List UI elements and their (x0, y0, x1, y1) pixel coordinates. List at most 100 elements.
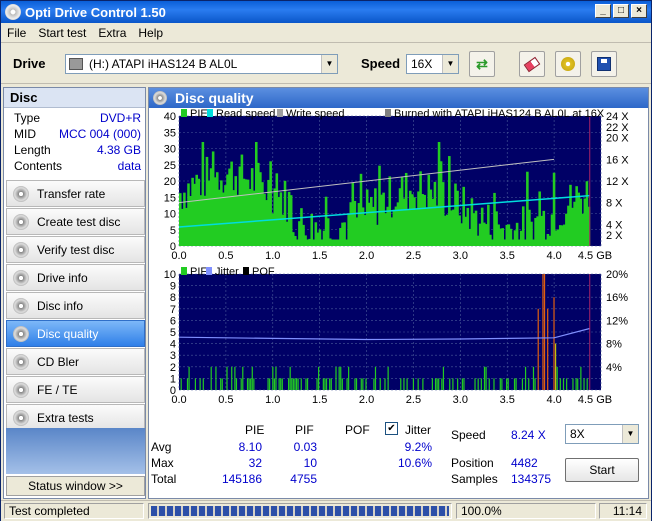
pif-bar (434, 378, 437, 390)
chart2-y2-tick: 16% (606, 292, 628, 304)
pif-bar (365, 378, 367, 390)
chart1-y2-tick: 16 X (606, 154, 629, 166)
chart1-x-tick: 2.5 (406, 250, 421, 262)
nav-create-test-disc[interactable]: Create test disc (6, 208, 145, 235)
nav-label: Drive info (37, 270, 88, 285)
pif-bar (562, 378, 565, 390)
discs-icon (561, 57, 575, 71)
nav-transfer-rate[interactable]: Transfer rate (6, 180, 145, 207)
disc-key: Contents (14, 159, 63, 173)
progress-text: 100.0% (456, 503, 596, 519)
copy-button[interactable] (555, 51, 581, 77)
menu-start-test[interactable]: Start test (32, 26, 92, 40)
pif-bar (580, 366, 582, 390)
nav-cd-bler[interactable]: CD Bler (6, 348, 145, 375)
chart1-y-tick: 10 (164, 209, 176, 221)
pif-bar (457, 378, 459, 390)
menu-help[interactable]: Help (132, 26, 169, 40)
pif-bar (221, 378, 223, 390)
chart2-y-tick: 7 (170, 304, 176, 316)
start-button[interactable]: Start (565, 458, 639, 482)
max-pif: 10 (303, 456, 317, 470)
speed-select[interactable]: 16X ▼ (406, 54, 459, 74)
chart2-y-tick: 10 (164, 269, 176, 281)
pif-bar (406, 378, 408, 390)
nav-drive-info[interactable]: Drive info (6, 264, 145, 291)
chevron-down-icon[interactable]: ▼ (622, 425, 638, 443)
test-speed-select[interactable]: 8X ▼ (565, 424, 639, 444)
pif-bar (281, 378, 283, 390)
pif-bar (577, 378, 579, 390)
status-window-button[interactable]: Status window >> (6, 476, 145, 496)
pif-bar (330, 378, 332, 390)
pif-bar (449, 378, 451, 390)
pif-bar (559, 378, 561, 390)
chevron-down-icon[interactable]: ▼ (442, 55, 458, 73)
pif-bar (355, 378, 358, 390)
pif-bar (253, 378, 255, 390)
pif-bar (325, 378, 328, 390)
disc-icon (13, 213, 29, 230)
erase-button[interactable] (519, 51, 545, 77)
pif-bar (412, 378, 415, 390)
progress-fill (151, 506, 449, 516)
pif-bar (480, 378, 482, 390)
jitter-checkbox[interactable]: ✔ (385, 422, 398, 435)
nav-disc-quality[interactable]: Disc quality (6, 320, 145, 347)
max-jitter: 10.6% (397, 456, 432, 470)
pif-bar (553, 297, 555, 390)
pif-bar (537, 308, 539, 390)
stats-area: PIE PIF POF ✔ Jitter Avg Max Total 8.10 … (149, 418, 648, 498)
speed-select-value: 16X (411, 57, 433, 71)
total-pie: 145186 (221, 472, 262, 486)
panel-header: Disc quality (149, 88, 648, 108)
chart2-legend-label: PIF (190, 266, 207, 278)
close-button[interactable]: × (631, 4, 647, 18)
row-max: Max (151, 456, 174, 470)
nav-disc-info[interactable]: Disc info (6, 292, 145, 319)
pif-bar (186, 378, 189, 390)
menu-file[interactable]: File (1, 26, 32, 40)
disc-value: MCC 004 (000) (58, 127, 141, 141)
chart1-x-tick: 3.0 (453, 250, 468, 262)
menu-extra[interactable]: Extra (92, 26, 132, 40)
disc-icon (13, 353, 29, 370)
minimize-button[interactable]: _ (595, 4, 611, 18)
chart1-x-tick: 3.5 (500, 250, 515, 262)
nav-label: Extra tests (37, 410, 94, 425)
nav-label: FE / TE (37, 382, 78, 397)
progress-bar (148, 503, 452, 519)
pif-bar (575, 378, 577, 390)
chart1-y-tick: 5 (170, 225, 176, 237)
avg-jitter: 9.2% (404, 440, 432, 454)
disc-icon (153, 91, 167, 105)
col-pif: PIF (295, 423, 314, 437)
chart1-legend-label: Write speed (286, 108, 345, 120)
pif-bar (341, 378, 343, 390)
drive-select[interactable]: (H:) ATAPI iHAS124 B AL0L ▼ (65, 54, 338, 74)
pif-bar (387, 366, 389, 390)
pif-bar (297, 378, 299, 390)
maximize-button[interactable]: □ (613, 4, 629, 18)
chevron-down-icon[interactable]: ▼ (321, 55, 337, 73)
chart1-y-tick: 20 (164, 176, 176, 188)
pif-bar (417, 378, 419, 390)
nav-verify-test-disc[interactable]: Verify test disc (6, 236, 145, 263)
disc-row-mid: MID MCC 004 (000) (4, 127, 145, 143)
pif-bar (452, 378, 454, 390)
menu-bar: File Start test Extra Help (1, 23, 651, 43)
chart2-x-tick: 2.0 (359, 394, 374, 406)
nav-extra-tests[interactable]: Extra tests (6, 404, 145, 431)
save-button[interactable] (591, 51, 617, 77)
refresh-button[interactable]: ⇄ (469, 51, 495, 77)
app-window: Opti Drive Control 1.50 _ □ × File Start… (0, 0, 652, 521)
chart2-legend-swatch (206, 267, 212, 275)
pif-bar (547, 308, 549, 390)
eraser-icon (523, 56, 541, 72)
nav-fe-te[interactable]: FE / TE (6, 376, 145, 403)
chart1-x-tick: 1.0 (265, 250, 280, 262)
pif-bar (305, 378, 307, 390)
pif-bar (488, 378, 490, 390)
pif-bar (202, 378, 204, 390)
pif-bar (474, 378, 476, 390)
